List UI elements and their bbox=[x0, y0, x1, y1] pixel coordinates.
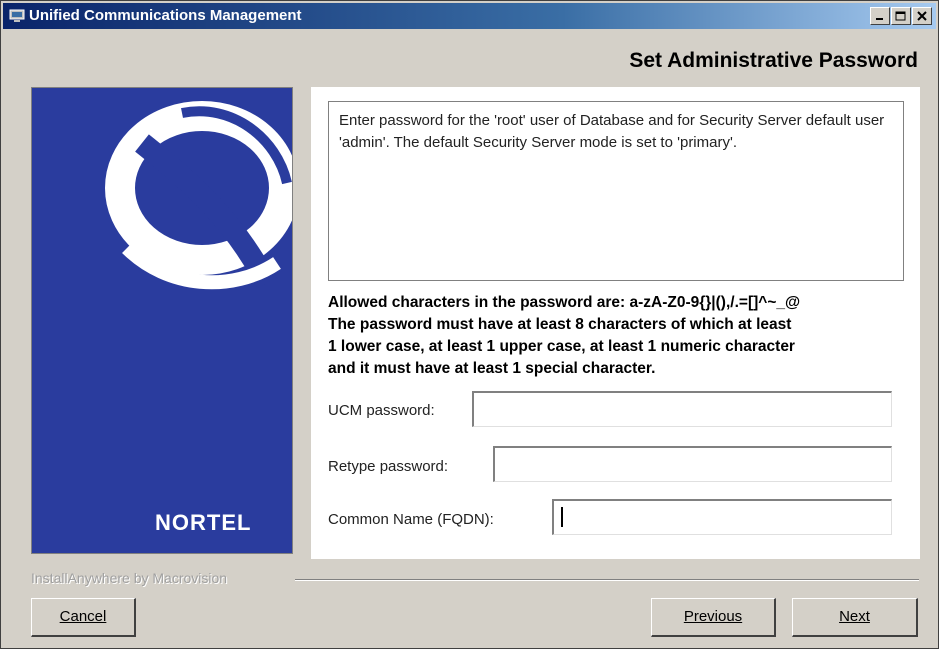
ucm-password-label: UCM password: bbox=[328, 402, 435, 419]
minimize-icon bbox=[876, 18, 883, 20]
rules-line-2: The password must have at least 8 charac… bbox=[328, 316, 792, 333]
rules-line-1: Allowed characters in the password are: … bbox=[328, 294, 801, 311]
common-name-label: Common Name (FQDN): bbox=[328, 511, 494, 528]
maximize-button[interactable] bbox=[891, 7, 911, 25]
nortel-logo: NORTEL bbox=[155, 510, 252, 535]
ucm-password-input[interactable] bbox=[472, 391, 892, 427]
maximize-icon bbox=[895, 11, 906, 21]
branding-panel: NORTEL bbox=[31, 87, 293, 554]
rules-line-3: 1 lower case, at least 1 upper case, at … bbox=[328, 338, 795, 355]
retype-password-input[interactable] bbox=[493, 446, 892, 482]
retype-password-label: Retype password: bbox=[328, 458, 449, 475]
previous-button[interactable]: Previous bbox=[651, 598, 776, 637]
cancel-button-label: Cancel bbox=[59, 608, 107, 625]
page-title: Set Administrative Password bbox=[629, 49, 918, 72]
close-button[interactable] bbox=[912, 7, 932, 25]
close-icon bbox=[917, 11, 927, 21]
globe-logo-icon bbox=[105, 101, 292, 290]
installer-window: Unified Communications Management Set Ad… bbox=[0, 0, 939, 649]
text-caret bbox=[561, 507, 563, 527]
app-icon bbox=[9, 9, 25, 22]
next-button[interactable]: Next bbox=[792, 598, 918, 637]
common-name-input[interactable] bbox=[552, 499, 892, 535]
content-panel: Enter password for the 'root' user of Da… bbox=[311, 87, 920, 559]
password-rules: Allowed characters in the password are: … bbox=[328, 292, 908, 380]
previous-button-label: Previous bbox=[683, 608, 743, 625]
minimize-button[interactable] bbox=[870, 7, 890, 25]
title-bar[interactable]: Unified Communications Management bbox=[3, 3, 936, 29]
description-text: Enter password for the 'root' user of Da… bbox=[328, 101, 904, 281]
next-button-label: Next bbox=[839, 608, 870, 625]
cancel-button[interactable]: Cancel bbox=[31, 598, 136, 637]
separator-line bbox=[295, 579, 919, 581]
rules-line-4: and it must have at least 1 special char… bbox=[328, 360, 656, 377]
window-title: Unified Communications Management bbox=[29, 7, 302, 24]
installer-credit: InstallAnywhere by Macrovision bbox=[31, 570, 228, 586]
